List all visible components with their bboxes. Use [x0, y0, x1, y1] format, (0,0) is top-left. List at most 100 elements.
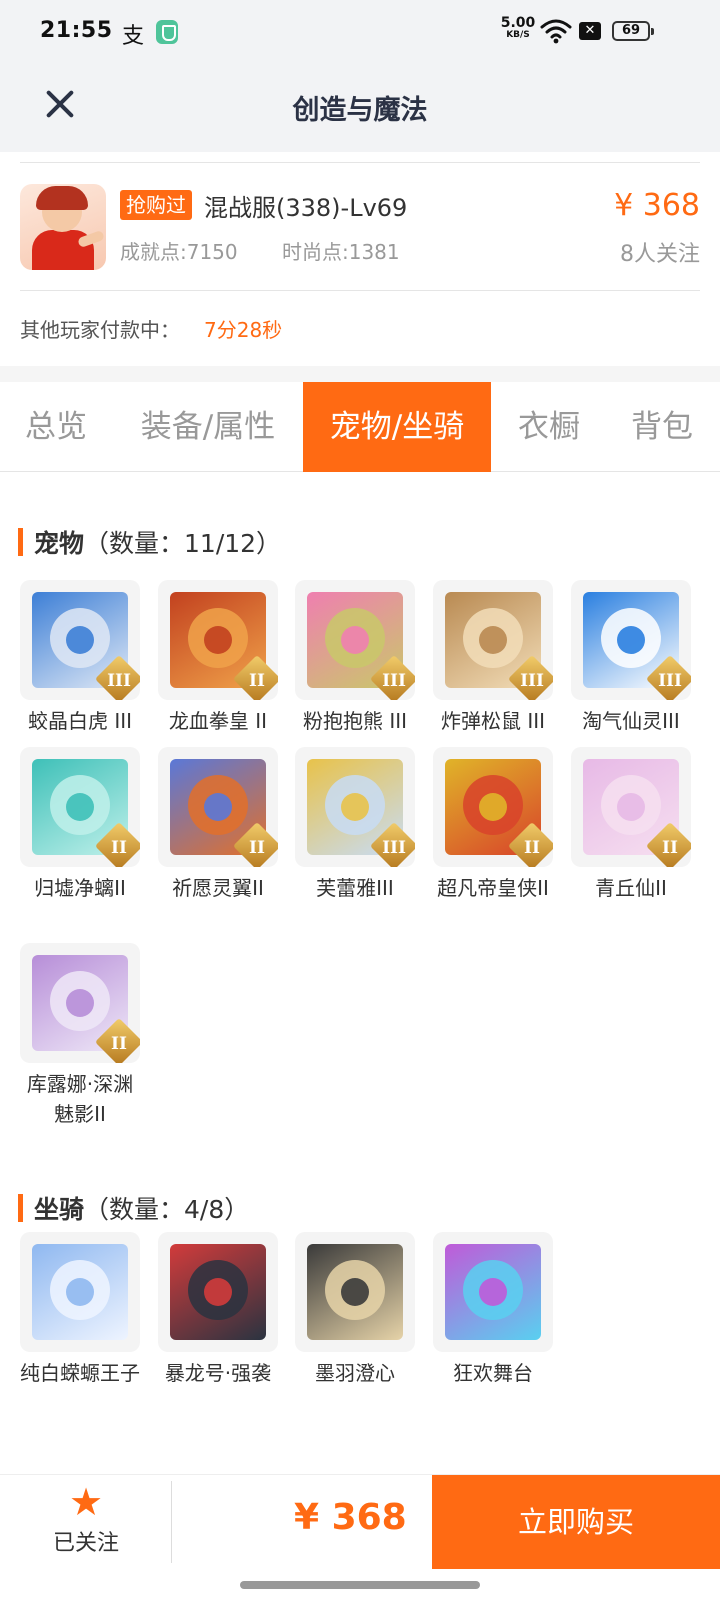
pet-item[interactable]: II 归墟净螭II [18, 747, 142, 903]
character-thumbnail [20, 184, 106, 270]
rank-badge-text: III [520, 671, 544, 691]
section-gap [0, 366, 720, 382]
star-icon: ★ [68, 1480, 104, 1524]
pet-name: 库露娜·深渊魅影II [26, 1072, 134, 1126]
rank-badge-text: III [107, 671, 131, 691]
pet-image: III [20, 580, 140, 700]
pet-item[interactable]: II 超凡帝皇侠II [431, 747, 555, 903]
fashion-points: 时尚点:1381 [282, 240, 400, 264]
rank-badge-text: II [249, 671, 265, 691]
pet-name: 超凡帝皇侠II [437, 876, 549, 900]
alipay-icon: 支 [122, 24, 145, 49]
pets-count: （数量：11/12） [84, 529, 282, 558]
bottom-price: ¥ 368 [294, 1497, 407, 1538]
rank-badge-text: II [524, 838, 540, 858]
tab-bar: 总览 装备/属性 宠物/坐骑 衣橱 背包 [0, 382, 720, 472]
mount-image [433, 1232, 553, 1352]
tab-pets-mounts[interactable]: 宠物/坐骑 [303, 382, 491, 472]
pet-image: III [295, 747, 415, 867]
buy-now-button[interactable]: 立即购买 [432, 1475, 720, 1569]
follow-label: 已关注 [52, 1531, 119, 1556]
status-bar: 21:55 支 5.00 KB/S ✕ 69 [0, 0, 720, 64]
pet-image: II [20, 943, 140, 1063]
follow-button[interactable]: ★ 已关注 [40, 1481, 132, 1561]
pet-name: 炸弹松鼠 III [440, 709, 546, 733]
pet-item[interactable]: III 淘气仙灵III [569, 580, 693, 736]
rank-badge-text: II [111, 1034, 127, 1054]
mounts-title: 坐骑 [34, 1195, 85, 1224]
network-speed-value: 5.00 [500, 15, 536, 31]
tab-backpack[interactable]: 背包 [612, 382, 712, 472]
pet-image: II [158, 580, 278, 700]
pet-item[interactable]: II 青丘仙II [569, 747, 693, 903]
pet-item[interactable]: III 炸弹松鼠 III [431, 580, 555, 736]
pet-image: II [158, 747, 278, 867]
product-price: ¥ 368 [614, 188, 700, 223]
pet-item[interactable]: II 祈愿灵翼II [156, 747, 280, 903]
pet-name: 粉抱抱熊 III [302, 709, 408, 733]
mount-name: 狂欢舞台 [453, 1361, 533, 1385]
rank-badge-text: II [111, 838, 127, 858]
tab-overview[interactable]: 总览 [0, 382, 112, 472]
network-speed: 5.00 KB/S [500, 16, 536, 40]
pet-item[interactable]: II 龙血拳皇 II [156, 580, 280, 736]
rank-badge-text: II [249, 838, 265, 858]
mounts-count: （数量：4/8） [84, 1195, 250, 1224]
pet-item[interactable]: III 粉抱抱熊 III [293, 580, 417, 736]
mount-name: 纯白蝾螈王子 [20, 1361, 140, 1385]
pets-title: 宠物 [34, 529, 85, 558]
mount-item[interactable]: 纯白蝾螈王子 [18, 1232, 142, 1388]
paying-label: 其他玩家付款中： [20, 318, 180, 342]
pet-name: 蛟晶白虎 III [27, 709, 133, 733]
pet-item[interactable]: III 芙蕾雅III [293, 747, 417, 903]
shield-icon [156, 20, 178, 44]
product-card[interactable]: 抢购过 混战服(338)-Lv69 成就点:7150 时尚点:1381 ¥ 36… [0, 152, 720, 366]
divider [20, 162, 700, 163]
mount-image [295, 1232, 415, 1352]
home-indicator[interactable] [240, 1581, 480, 1589]
mount-name: 暴龙号·强袭 [164, 1361, 272, 1385]
tab-wardrobe[interactable]: 衣橱 [500, 382, 598, 472]
pet-image: III [571, 580, 691, 700]
network-speed-unit: KB/S [506, 30, 530, 40]
mount-item[interactable]: 墨羽澄心 [293, 1232, 417, 1388]
pet-name: 青丘仙II [595, 876, 667, 900]
rank-badge-text: II [662, 838, 678, 858]
divider [20, 290, 700, 291]
tab-equipment[interactable]: 装备/属性 [120, 382, 296, 472]
pets-section-title: 宠物（数量：11/12） [17, 524, 282, 560]
mount-item[interactable]: 暴龙号·强袭 [156, 1232, 280, 1388]
pet-image: III [295, 580, 415, 700]
pet-item[interactable]: III 蛟晶白虎 III [18, 580, 142, 736]
pet-item[interactable]: II 库露娜·深渊魅影II [18, 943, 142, 1129]
mounts-section-title: 坐骑（数量：4/8） [17, 1190, 250, 1226]
notification-x-icon: ✕ [579, 22, 601, 40]
achievement-points: 成就点:7150 [120, 240, 238, 264]
pet-name: 祈愿灵翼II [172, 876, 264, 900]
mount-image [158, 1232, 278, 1352]
product-title: 混战服(338)-Lv69 [204, 194, 408, 222]
page-title: 创造与魔法 [292, 95, 428, 126]
divider [171, 1481, 172, 1563]
rank-badge-text: III [658, 671, 682, 691]
pet-name: 芙蕾雅III [316, 876, 394, 900]
paying-countdown: 7分28秒 [204, 318, 283, 342]
pet-image: III [433, 580, 553, 700]
mount-item[interactable]: 狂欢舞台 [431, 1232, 555, 1388]
pet-name: 归墟净螭II [34, 876, 126, 900]
mount-name: 墨羽澄心 [315, 1361, 395, 1385]
status-time: 21:55 [40, 18, 113, 43]
pet-name: 龙血拳皇 II [168, 709, 268, 733]
battery-icon: 69 [612, 21, 654, 41]
pet-image: II [571, 747, 691, 867]
header: 创造与魔法 [0, 64, 720, 152]
follower-count: 8人关注 [620, 242, 700, 267]
purchased-tag: 抢购过 [120, 190, 192, 220]
pet-image: II [433, 747, 553, 867]
mount-image [20, 1232, 140, 1352]
wifi-icon [540, 19, 572, 44]
rank-badge-text: III [382, 671, 406, 691]
bottom-bar: ★ 已关注 ¥ 368 立即购买 [0, 1474, 720, 1569]
rank-badge-text: III [382, 838, 406, 858]
pet-image: II [20, 747, 140, 867]
